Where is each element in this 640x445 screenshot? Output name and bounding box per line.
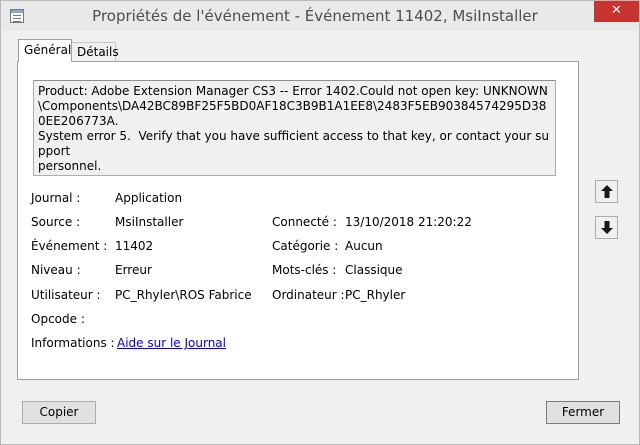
level-label: Niveau : — [31, 263, 81, 277]
close-icon[interactable]: ✕ — [594, 1, 639, 22]
level-value: Erreur — [115, 263, 152, 277]
previous-event-button[interactable] — [595, 180, 618, 203]
user-label: Utilisateur : — [31, 288, 101, 302]
window-title: Propriétés de l'événement - Événement 11… — [92, 7, 538, 25]
next-event-button[interactable] — [595, 216, 618, 239]
journal-value: Application — [115, 191, 183, 205]
category-value: Aucun — [345, 239, 383, 253]
computer-label: Ordinateur : — [272, 288, 345, 302]
general-tab-panel: Product: Adobe Extension Manager CS3 -- … — [17, 61, 579, 380]
arrow-up-icon — [601, 185, 613, 198]
event-properties-window: Propriétés de l'événement - Événement 11… — [0, 0, 640, 445]
event-id-value: 11402 — [115, 239, 154, 253]
event-id-label: Événement : — [31, 239, 108, 253]
user-value: PC_Rhyler\ROS Fabrice — [115, 288, 252, 302]
more-info-label: Informations : — [31, 336, 115, 350]
source-value: MsiInstaller — [115, 215, 184, 229]
tab-general[interactable]: Général — [18, 39, 72, 62]
arrow-down-icon — [601, 221, 613, 234]
source-label: Source : — [31, 215, 81, 229]
copy-button[interactable]: Copier — [22, 401, 96, 424]
logged-label: Connecté : — [272, 215, 337, 229]
event-description[interactable]: Product: Adobe Extension Manager CS3 -- … — [33, 80, 556, 176]
tab-details[interactable]: Détails — [71, 42, 119, 62]
keywords-value: Classique — [345, 263, 403, 277]
opcode-label: Opcode : — [31, 312, 85, 326]
close-button[interactable]: Fermer — [546, 401, 620, 424]
title-bar[interactable]: Propriétés de l'événement - Événement 11… — [1, 1, 639, 31]
event-log-help-link[interactable]: Aide sur le Journal — [117, 336, 226, 350]
computer-value: PC_Rhyler — [345, 288, 406, 302]
logged-value: 13/10/2018 21:20:22 — [345, 215, 472, 229]
event-viewer-icon — [10, 9, 24, 23]
journal-label: Journal : — [31, 191, 81, 205]
keywords-label: Mots-clés : — [272, 263, 337, 277]
category-label: Catégorie : — [272, 239, 339, 253]
